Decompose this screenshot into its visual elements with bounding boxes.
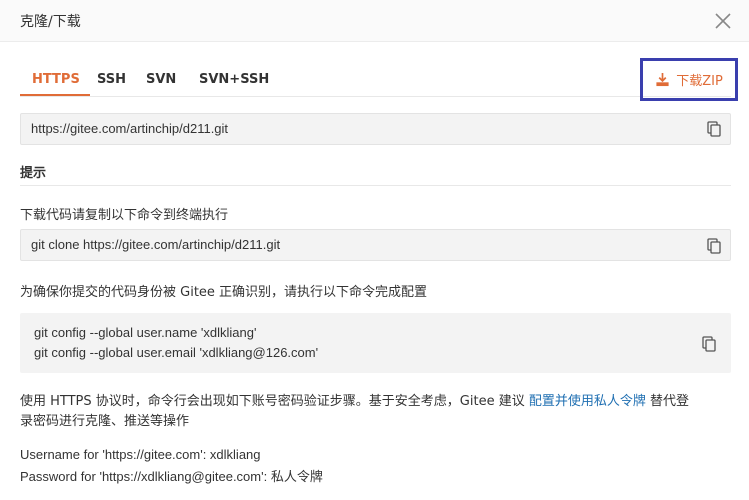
download-zip-button[interactable]: 下载ZIP [640, 58, 738, 101]
dialog-title: 克隆/下载 [20, 14, 81, 30]
config-line-username[interactable]: git config --global user.name 'xdlkliang… [34, 325, 256, 340]
password-prompt: Password for 'https://xdlkliang@gitee.co… [20, 469, 323, 484]
repo-url-box: https://gitee.com/artinchip/d211.git [20, 113, 731, 145]
config-command-box: git config --global user.name 'xdlkliang… [20, 313, 731, 373]
close-icon [715, 13, 731, 29]
tab-ssh[interactable]: SSH [97, 68, 126, 96]
username-prompt: Username for 'https://gitee.com': xdlkli… [20, 447, 261, 462]
download-icon [656, 72, 669, 87]
copy-icon [702, 336, 716, 352]
clone-command-box: git clone https://gitee.com/artinchip/d2… [20, 229, 731, 261]
copy-clone-button[interactable] [703, 235, 725, 257]
close-button[interactable] [713, 11, 733, 31]
copy-url-button[interactable] [703, 118, 725, 140]
copy-icon [707, 238, 721, 254]
clone-command[interactable]: git clone https://gitee.com/artinchip/d2… [31, 237, 280, 252]
tip-title: 提示 [20, 166, 47, 181]
copy-config-button[interactable] [698, 333, 720, 355]
clone-download-dialog: 克隆/下载 HTTPS SSH SVN SVN+SSH 下载ZIP https:… [0, 0, 749, 500]
config-instruction: 为确保你提交的代码身份被 Gitee 正确识别，请执行以下命令完成配置 [20, 285, 428, 300]
copy-instruction: 下载代码请复制以下命令到终端执行 [20, 208, 229, 223]
config-line-email[interactable]: git config --global user.email 'xdlklian… [34, 345, 318, 360]
tab-svn[interactable]: SVN [146, 68, 176, 96]
tab-https[interactable]: HTTPS [20, 68, 90, 96]
tip-divider [20, 185, 731, 186]
personal-token-link[interactable]: 配置并使用私人令牌 [529, 394, 646, 409]
https-note-text: 使用 HTTPS 协议时，命令行会出现如下账号密码验证步骤。基于安全考虑，Git… [20, 394, 529, 409]
https-note-text-end: 替代登 [645, 394, 689, 409]
https-note: 使用 HTTPS 协议时，命令行会出现如下账号密码验证步骤。基于安全考虑，Git… [20, 390, 689, 409]
copy-icon [707, 121, 721, 137]
tab-svn-ssh[interactable]: SVN+SSH [199, 68, 269, 96]
download-zip-label: 下载ZIP [676, 74, 723, 89]
tabs-divider [20, 96, 731, 97]
https-note-line2: 录密码进行克隆、推送等操作 [20, 414, 190, 429]
dialog-header: 克隆/下载 [0, 0, 749, 42]
repo-url[interactable]: https://gitee.com/artinchip/d211.git [31, 121, 228, 136]
